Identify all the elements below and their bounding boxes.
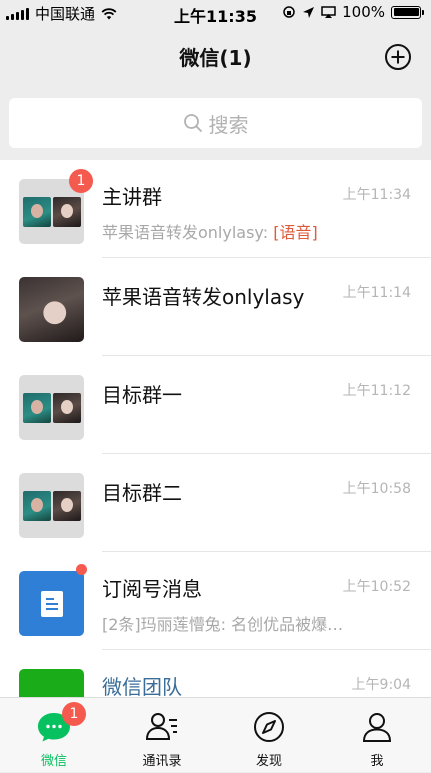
chat-name: 订阅号消息 — [102, 577, 202, 601]
chat-row[interactable]: 目标群二 上午10:58 — [0, 454, 431, 552]
search-icon — [183, 114, 202, 132]
chat-name: 主讲群 — [102, 185, 162, 209]
battery-icon — [391, 5, 424, 19]
person-icon — [362, 713, 392, 742]
group-avatar — [19, 473, 84, 538]
tab-badge: 1 — [62, 702, 86, 726]
chat-name: 目标群一 — [102, 383, 182, 407]
chat-time: 上午10:52 — [342, 579, 411, 595]
unread-badge: 1 — [69, 169, 93, 193]
chat-preview: 苹果语音转发onlylasy: [语音] — [102, 219, 318, 243]
tab-label: 我 — [370, 754, 384, 769]
search-bar[interactable]: 搜索 — [9, 98, 422, 148]
orientation-lock-icon — [283, 6, 295, 18]
chat-name: 苹果语音转发onlylasy — [102, 285, 305, 309]
chat-name: 微信团队 — [102, 675, 182, 697]
search-placeholder: 搜索 — [208, 112, 249, 137]
tab-label: 发现 — [255, 754, 282, 769]
chat-time: 上午10:58 — [342, 481, 411, 497]
chat-row[interactable]: 微信团队 上午9:04 — [0, 650, 431, 697]
preview-sender: 苹果语音转发onlylasy: — [102, 223, 274, 242]
tab-bar: 1 微信 通讯录 发现 我 — [0, 697, 431, 772]
chat-name: 目标群二 — [102, 481, 182, 505]
status-right: 100% — [282, 3, 424, 21]
airplay-icon — [321, 5, 336, 18]
tab-label: 通讯录 — [142, 754, 182, 769]
wechat-team-avatar — [19, 669, 84, 697]
nav-bar: 微信(1) — [0, 24, 431, 88]
tab-discover[interactable]: 发现 — [215, 698, 323, 773]
plus-circle-icon[interactable] — [385, 44, 411, 70]
tab-contacts[interactable]: 通讯录 — [108, 698, 216, 773]
subscription-avatar — [19, 571, 84, 636]
chat-list: 1 主讲群 上午11:34 苹果语音转发onlylasy: [语音] 苹果语音转… — [0, 160, 431, 697]
tab-label: 微信 — [40, 754, 67, 769]
page-title: 微信(1) — [179, 46, 252, 70]
tab-me[interactable]: 我 — [323, 698, 431, 773]
group-avatar — [19, 375, 84, 440]
chat-time: 上午11:14 — [342, 285, 411, 301]
chat-row[interactable]: 订阅号消息 上午10:52 [2条]玛丽莲懵兔: 名创优品被爆… — [0, 552, 431, 650]
photo-avatar — [19, 277, 84, 342]
chat-time: 上午11:12 — [342, 383, 411, 399]
compass-icon — [254, 712, 284, 742]
chat-row[interactable]: 目标群一 上午11:12 — [0, 356, 431, 454]
battery-percent: 100% — [342, 3, 385, 21]
chat-time: 上午9:04 — [351, 677, 411, 693]
chat-row[interactable]: 苹果语音转发onlylasy 上午11:14 — [0, 258, 431, 356]
tab-chats[interactable]: 1 微信 — [0, 698, 108, 773]
chat-time: 上午11:34 — [342, 187, 411, 203]
status-bar: 中国联通 上午11:35 100% — [0, 0, 431, 26]
contacts-icon — [145, 713, 177, 740]
unread-dot — [76, 564, 87, 575]
chat-row[interactable]: 1 主讲群 上午11:34 苹果语音转发onlylasy: [语音] — [0, 160, 431, 258]
chat-preview: [2条]玛丽莲懵兔: 名创优品被爆… — [102, 615, 344, 634]
document-icon — [40, 590, 63, 617]
location-icon — [303, 6, 315, 18]
voice-tag: [语音] — [273, 223, 318, 242]
